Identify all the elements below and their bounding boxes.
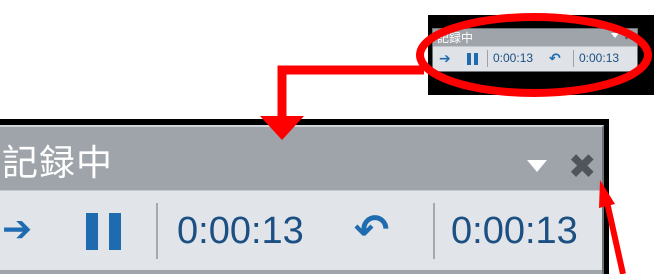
- close-pointer-head: [599, 180, 615, 208]
- annotation-overlay: [260, 13, 652, 274]
- callout-connector: [277, 65, 424, 118]
- callout-arrowhead: [260, 116, 304, 140]
- close-pointer-shaft: [604, 201, 626, 274]
- highlight-ellipse: [416, 13, 652, 97]
